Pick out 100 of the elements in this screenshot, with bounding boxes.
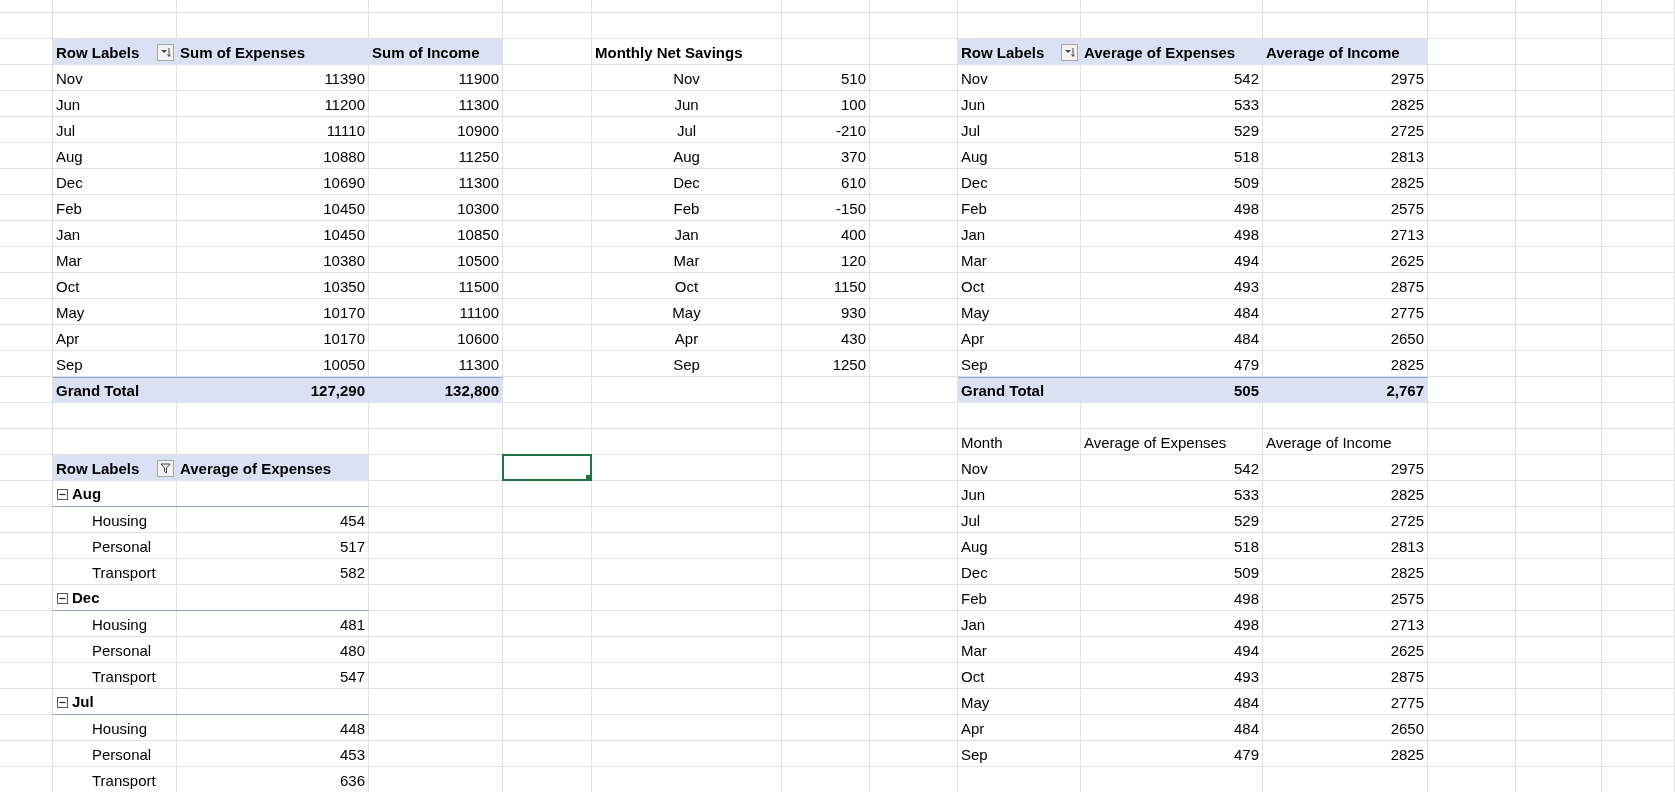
row-label: Mar bbox=[960, 250, 988, 271]
table-cell-text: 2875 bbox=[1389, 666, 1425, 687]
table-cell-text: 493 bbox=[1232, 276, 1260, 297]
row-label: Transport bbox=[91, 770, 157, 791]
table-cell-text: 2650 bbox=[1389, 718, 1425, 739]
table-cell-text: 2575 bbox=[1389, 588, 1425, 609]
column-header: Month bbox=[960, 432, 1004, 453]
row-label: Jun bbox=[960, 484, 987, 505]
table-cell-text: 547 bbox=[338, 666, 366, 687]
table-cell-text: 2825 bbox=[1389, 744, 1425, 765]
table-cell-text: 498 bbox=[1232, 614, 1260, 635]
table-cell-text: 494 bbox=[1232, 640, 1260, 661]
row-label: Nov bbox=[960, 68, 989, 89]
row-label: Feb bbox=[960, 198, 988, 219]
table-cell-text: 2825 bbox=[1389, 94, 1425, 115]
row-label: Apr bbox=[960, 328, 986, 349]
collapse-icon[interactable] bbox=[57, 488, 68, 500]
column-header: Average of Expenses bbox=[1083, 432, 1228, 453]
table-cell-text: 2713 bbox=[1389, 614, 1425, 635]
row-label: Sep bbox=[960, 744, 989, 765]
grand-total-value: 2,767 bbox=[1263, 377, 1428, 403]
table-cell-text: 1150 bbox=[832, 276, 867, 297]
table-cell-text: 10380 bbox=[322, 250, 366, 271]
row-label: Aug bbox=[960, 536, 989, 557]
row-label: May bbox=[671, 302, 702, 323]
table-cell-text: 10690 bbox=[322, 172, 366, 193]
table-cell-text: 493 bbox=[1232, 666, 1260, 687]
row-label: Personal bbox=[91, 744, 153, 765]
table-cell-text: 533 bbox=[1232, 484, 1260, 505]
table-cell-text: 10170 bbox=[322, 302, 366, 323]
row-label: Personal bbox=[91, 640, 153, 661]
collapse-icon[interactable] bbox=[57, 696, 68, 708]
table-cell-text: 2875 bbox=[1389, 276, 1425, 297]
column-header: Average of Expenses bbox=[177, 455, 369, 481]
table-cell-text: 454 bbox=[338, 510, 366, 531]
row-label: Nov bbox=[672, 68, 701, 89]
table-cell-text: 10300 bbox=[456, 198, 500, 219]
table-cell-text: 479 bbox=[1232, 354, 1260, 375]
row-label: Nov bbox=[960, 458, 989, 479]
table-cell-text: 448 bbox=[338, 718, 366, 739]
group-label: Jul bbox=[53, 689, 369, 715]
table-cell-text: 533 bbox=[1232, 94, 1260, 115]
table-cell-text: 370 bbox=[839, 146, 867, 167]
row-label: Oct bbox=[960, 666, 986, 687]
table-cell-text: -210 bbox=[834, 120, 867, 141]
table-cell-text: 494 bbox=[1232, 250, 1260, 271]
selected-cell[interactable] bbox=[502, 454, 592, 481]
grand-total-label: Grand Total bbox=[53, 377, 177, 403]
row-label: Housing bbox=[91, 614, 149, 635]
table-cell-text: 11200 bbox=[323, 94, 366, 115]
table-cell-text: 10500 bbox=[456, 250, 500, 271]
row-label: Apr bbox=[673, 328, 700, 349]
row-label: Personal bbox=[91, 536, 153, 557]
row-label: Oct bbox=[673, 276, 700, 297]
row-label: Housing bbox=[91, 718, 149, 739]
table-cell-text: 481 bbox=[338, 614, 366, 635]
table-cell-text: 2725 bbox=[1389, 510, 1425, 531]
grand-total-label: Grand Total bbox=[958, 377, 1081, 403]
table-cell-text: 2725 bbox=[1389, 120, 1425, 141]
collapse-icon[interactable] bbox=[57, 592, 68, 604]
table-cell-text: 542 bbox=[1232, 68, 1260, 89]
row-label: Jun bbox=[960, 94, 987, 115]
column-header: Row Labels bbox=[53, 455, 177, 481]
table-cell-text: 930 bbox=[839, 302, 867, 323]
table-cell-text: 11390 bbox=[323, 68, 366, 89]
row-label: Apr bbox=[960, 718, 986, 739]
row-label: Dec bbox=[55, 172, 84, 193]
row-label: Sep bbox=[672, 354, 701, 375]
table-cell-text: 529 bbox=[1232, 120, 1260, 141]
table-cell-text: 2625 bbox=[1389, 640, 1425, 661]
table-cell-text: 11500 bbox=[457, 276, 500, 297]
table-cell-text: 518 bbox=[1232, 146, 1260, 167]
row-label: Jul bbox=[960, 120, 982, 141]
table-cell-text: 517 bbox=[338, 536, 366, 557]
table-cell-text: 10350 bbox=[322, 276, 366, 297]
filter-icon bbox=[160, 462, 171, 474]
table-cell-text: 484 bbox=[1232, 302, 1260, 323]
grand-total-value: 132,800 bbox=[369, 377, 503, 403]
row-label: Jan bbox=[960, 224, 987, 245]
table-cell-text: 498 bbox=[1232, 588, 1260, 609]
table-cell-text: 11110 bbox=[325, 120, 366, 141]
table-cell-text: 11900 bbox=[457, 68, 500, 89]
table-cell-text: 2825 bbox=[1389, 484, 1425, 505]
row-label: Dec bbox=[960, 562, 989, 583]
table-cell-text: 11250 bbox=[457, 146, 500, 167]
table-cell-text: 484 bbox=[1232, 328, 1260, 349]
table-cell-text: 400 bbox=[839, 224, 867, 245]
row-label: Transport bbox=[91, 666, 157, 687]
column-header: Sum of Expenses bbox=[177, 39, 369, 65]
row-label: Mar bbox=[672, 250, 701, 271]
table-cell-text: 484 bbox=[1232, 692, 1260, 713]
table-cell-text: 510 bbox=[839, 68, 867, 89]
table-cell-text: 2813 bbox=[1389, 536, 1425, 557]
table-cell-text: 1250 bbox=[831, 354, 867, 375]
table-cell-text: 509 bbox=[1232, 172, 1260, 193]
table-cell-text: 2625 bbox=[1389, 250, 1425, 271]
row-label: Sep bbox=[55, 354, 84, 375]
sort-arrow-icon bbox=[1064, 46, 1075, 58]
column-header: Row Labels bbox=[958, 39, 1081, 65]
table-cell-text: 509 bbox=[1232, 562, 1260, 583]
